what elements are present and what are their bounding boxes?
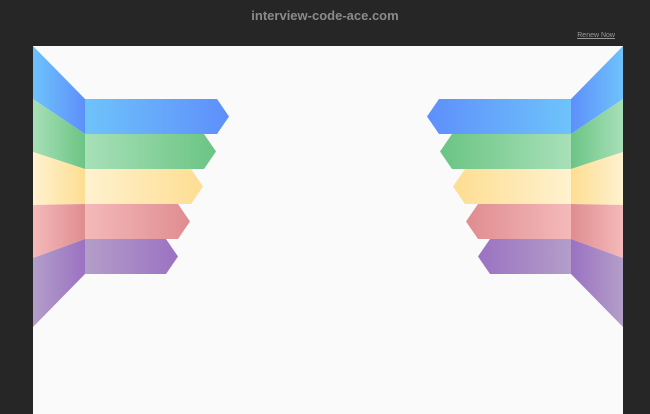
parked-page-content [33, 46, 623, 414]
ribbon-left-yellow [85, 169, 203, 204]
ribbon-right-purple [478, 239, 571, 274]
ribbon-left-red [85, 204, 190, 239]
renew-now-link[interactable]: Renew Now [577, 32, 615, 39]
ribbon-illustration [33, 46, 623, 327]
ribbon-left-green [85, 134, 216, 169]
ribbon-right-blue [427, 99, 571, 134]
ribbon-right-red [466, 204, 571, 239]
ribbon-right-yellow [453, 169, 571, 204]
top-bar: interview-code-ace.com Renew Now [0, 0, 650, 46]
domain-title: interview-code-ace.com [251, 8, 399, 23]
ribbon-left-blue [85, 99, 229, 134]
ribbon-left-purple [85, 239, 178, 274]
ribbon-right-green [440, 134, 571, 169]
